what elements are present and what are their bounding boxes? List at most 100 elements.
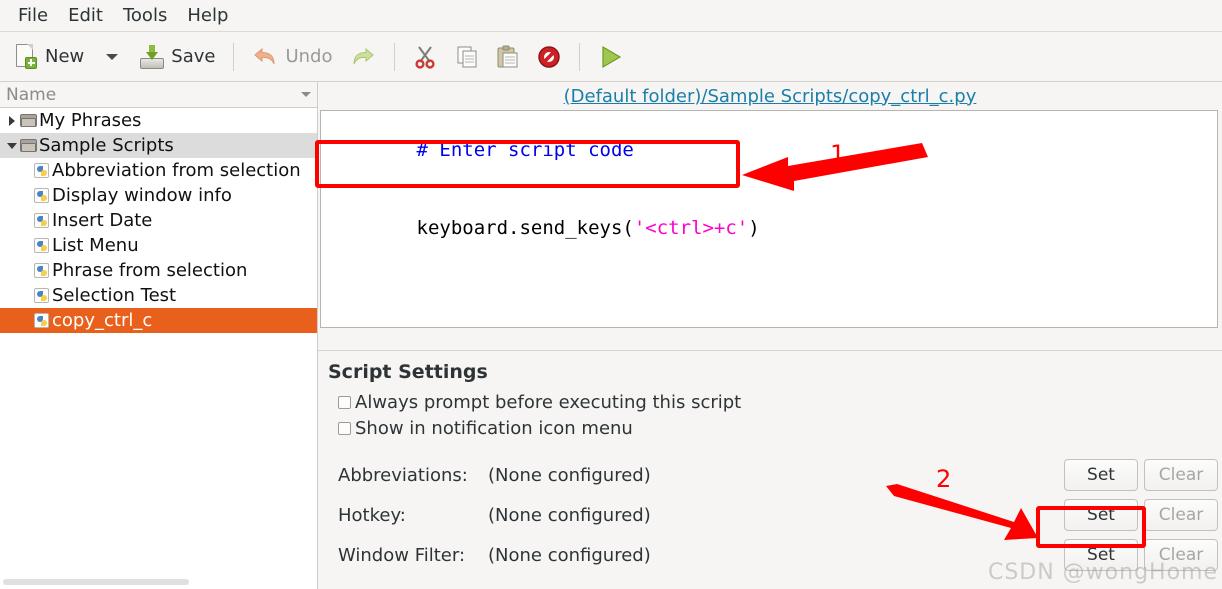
field-row-abbreviations: Abbreviations: (None configured) Set Cle… [328,455,1222,495]
save-button[interactable]: Save [132,37,223,77]
menu-item-edit[interactable]: Edit [58,3,113,28]
menu-bar: File Edit Tools Help [0,0,1222,32]
tree-item-insert-date[interactable]: Insert Date [0,208,317,233]
paste-button[interactable] [489,37,527,77]
sidebar-tree-panel: Name My Phrases Sample Scripts Abbreviat… [0,82,318,589]
undo-button[interactable]: Undo [244,37,340,77]
python-script-icon [34,313,49,328]
window-filter-value: (None configured) [488,544,651,566]
code-line-statement: keyboard.send_keys('<ctrl>+c') [321,189,1217,267]
annotation-label-2: 2 [936,465,952,493]
code-line-comment: # Enter script code [321,111,1217,189]
scrollbar-thumb[interactable] [3,579,189,585]
tree-item-sample-scripts[interactable]: Sample Scripts [0,133,317,158]
abbreviations-buttons: Set Clear [1064,459,1218,491]
window-filter-label: Window Filter: [338,544,466,566]
paste-icon [497,45,519,69]
show-in-notification-label: Show in notification icon menu [355,417,633,439]
application-window: File Edit Tools Help New Save Undo Name … [0,0,1222,589]
main-panel: (Default folder)/Sample Scripts/copy_ctr… [318,82,1222,589]
checkbox-row-show-in-notification[interactable]: Show in notification icon menu [328,415,1222,441]
delete-icon [537,45,561,69]
delete-button[interactable] [529,37,569,77]
sidebar-horizontal-scrollbar[interactable] [0,575,317,589]
abbreviations-value: (None configured) [488,464,651,486]
script-settings-section: Script Settings Always prompt before exe… [318,350,1222,589]
tree-item-display-window-info[interactable]: Display window info [0,183,317,208]
python-script-icon [34,188,49,203]
tree-item-copy-ctrl-c[interactable]: copy_ctrl_c [0,308,317,333]
python-script-icon [34,288,49,303]
hotkey-buttons: Set Clear [1064,499,1218,531]
field-row-hotkey: Hotkey: (None configured) Set Clear [328,495,1222,535]
tree-item-phrase-from-selection[interactable]: Phrase from selection [0,258,317,283]
toolbar-separator [394,42,396,71]
code-call-suffix: ) [748,217,760,239]
script-tree: My Phrases Sample Scripts Abbreviation f… [0,108,317,333]
cut-button[interactable] [405,37,445,77]
field-row-window-filter: Window Filter: (None configured) Set Cle… [328,535,1222,575]
code-string-literal: '<ctrl>+c' [633,217,749,239]
new-button[interactable]: New [8,37,92,77]
tree-item-label: Sample Scripts [39,134,174,156]
folder-icon [20,113,37,128]
python-script-icon [34,213,49,228]
code-call-prefix: keyboard.send_keys( [416,217,634,239]
chevron-down-icon[interactable] [106,53,119,60]
annotation-label-1: 1 [830,140,846,168]
hotkey-set-button[interactable]: Set [1064,499,1138,531]
toolbar-separator [233,42,235,71]
run-icon [598,45,624,69]
tree-item-label: Abbreviation from selection [52,159,301,181]
script-settings-title: Script Settings [328,361,488,383]
run-button[interactable] [590,37,632,77]
copy-button[interactable] [447,37,487,77]
script-path-link[interactable]: (Default folder)/Sample Scripts/copy_ctr… [564,86,977,107]
hotkey-label: Hotkey: [338,504,406,526]
tree-item-label: My Phrases [39,109,142,131]
tree-item-label: copy_ctrl_c [52,309,153,331]
new-button-label: New [45,46,85,67]
window-filter-clear-button[interactable]: Clear [1144,539,1218,571]
toolbar-separator [579,42,581,71]
window-filter-set-button[interactable]: Set [1064,539,1138,571]
new-document-icon [16,43,38,70]
tree-item-label: List Menu [52,234,139,256]
script-code-editor[interactable]: # Enter script code keyboard.send_keys('… [320,110,1218,328]
menu-item-help[interactable]: Help [177,3,238,28]
save-button-label: Save [171,46,216,67]
cut-icon [413,45,437,69]
chevron-down-icon[interactable] [301,92,311,97]
python-script-icon [34,163,49,178]
code-comment-text: # Enter script code [416,139,634,161]
menu-item-tools[interactable]: Tools [113,3,177,28]
always-prompt-checkbox[interactable] [338,395,351,409]
expander-collapsed-icon[interactable] [4,115,20,126]
checkbox-row-always-prompt[interactable]: Always prompt before executing this scri… [328,389,1222,415]
save-icon [140,44,165,69]
hotkey-value: (None configured) [488,504,651,526]
show-in-notification-checkbox[interactable] [338,421,351,435]
hotkey-clear-button[interactable]: Clear [1144,499,1218,531]
tree-item-list-menu[interactable]: List Menu [0,233,317,258]
tree-item-label: Selection Test [52,284,177,306]
tree-item-label: Insert Date [52,209,153,231]
expander-expanded-icon[interactable] [4,142,20,149]
abbreviations-label: Abbreviations: [338,464,468,486]
abbreviations-set-button[interactable]: Set [1064,459,1138,491]
tree-item-abbreviation-from-selection[interactable]: Abbreviation from selection [0,158,317,183]
redo-button[interactable] [342,37,384,77]
python-script-icon [34,263,49,278]
tree-item-my-phrases[interactable]: My Phrases [0,108,317,133]
tree-column-header-label: Name [6,84,57,105]
folder-icon [20,138,37,153]
always-prompt-label: Always prompt before executing this scri… [355,391,742,413]
menu-item-file[interactable]: File [8,3,58,28]
abbreviations-clear-button[interactable]: Clear [1144,459,1218,491]
undo-button-label: Undo [285,46,333,67]
tree-item-selection-test[interactable]: Selection Test [0,283,317,308]
tree-column-header[interactable]: Name [0,82,317,108]
redo-icon [350,46,376,68]
tree-item-label: Phrase from selection [52,259,248,281]
script-path-bar: (Default folder)/Sample Scripts/copy_ctr… [318,82,1222,110]
